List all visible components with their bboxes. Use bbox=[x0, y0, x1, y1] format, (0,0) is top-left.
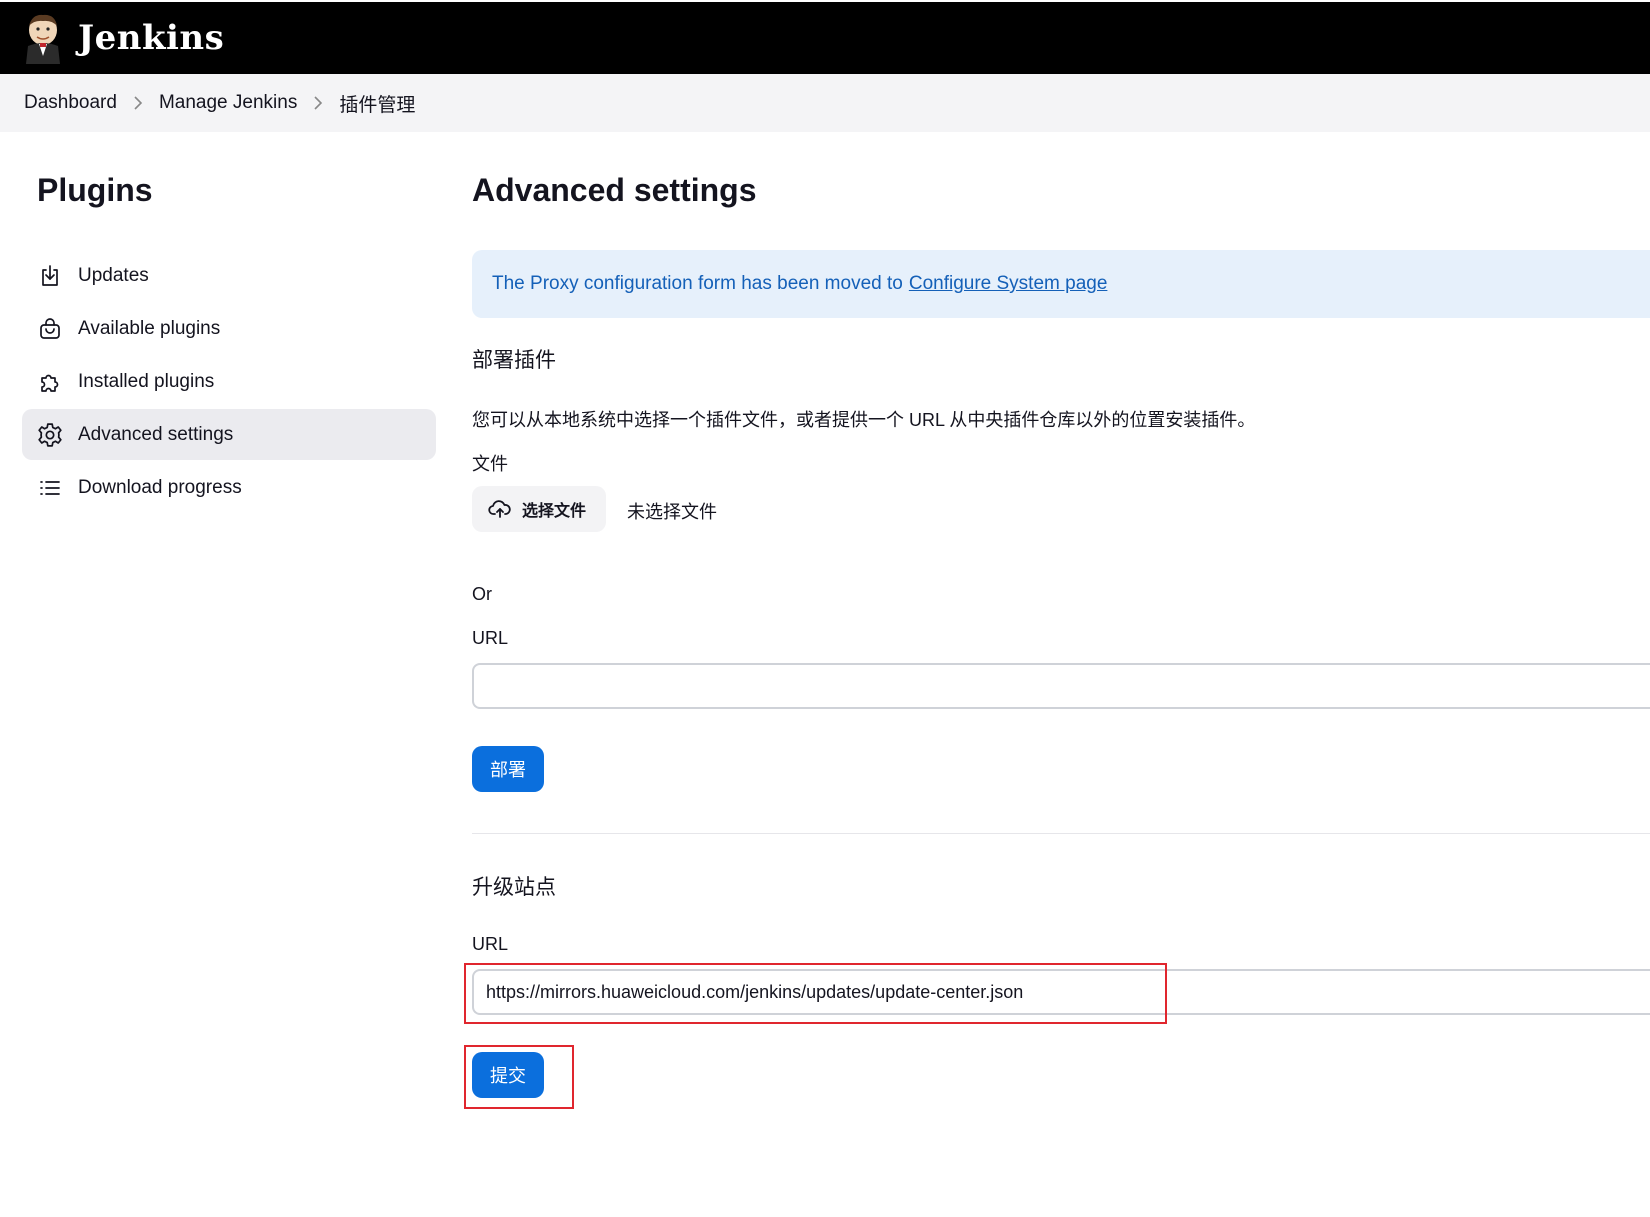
sidebar-item-available-plugins[interactable]: Available plugins bbox=[22, 303, 436, 354]
deploy-description: 您可以从本地系统中选择一个插件文件，或者提供一个 URL 从中央插件仓库以外的位… bbox=[472, 410, 1256, 430]
sidebar-item-label: Installed plugins bbox=[78, 370, 215, 392]
list-icon bbox=[36, 474, 64, 502]
update-site-url-label: URL bbox=[472, 934, 509, 954]
update-site-heading: 升级站点 bbox=[472, 876, 556, 899]
proxy-notice: The Proxy configuration form has been mo… bbox=[472, 250, 1650, 318]
sidebar-item-installed-plugins[interactable]: Installed plugins bbox=[22, 356, 436, 407]
gear-icon bbox=[36, 421, 64, 449]
logo-text: Jenkins bbox=[78, 18, 225, 58]
breadcrumb: Dashboard Manage Jenkins 插件管理 bbox=[0, 74, 1650, 132]
file-label: 文件 bbox=[472, 454, 508, 474]
deploy-plugin-heading: 部署插件 bbox=[472, 349, 556, 372]
chevron-right-icon bbox=[313, 96, 323, 110]
jenkins-home-link[interactable]: Jenkins bbox=[22, 12, 224, 64]
sidebar-item-download-progress[interactable]: Download progress bbox=[22, 462, 436, 513]
breadcrumb-plugin-manager[interactable]: 插件管理 bbox=[339, 90, 415, 117]
jenkins-logo-icon bbox=[26, 14, 60, 64]
top-bar: Jenkins bbox=[0, 0, 1650, 74]
deploy-button[interactable]: 部署 bbox=[472, 746, 544, 792]
page-title: Advanced settings bbox=[472, 172, 757, 208]
breadcrumb-dashboard[interactable]: Dashboard bbox=[24, 92, 117, 114]
section-divider bbox=[472, 833, 1650, 834]
shopping-bag-icon bbox=[36, 315, 64, 343]
no-file-selected-text: 未选择文件 bbox=[627, 502, 717, 522]
choose-file-label: 选择文件 bbox=[522, 503, 587, 520]
deploy-url-input[interactable] bbox=[472, 663, 1650, 709]
choose-file-button[interactable]: 选择文件 bbox=[472, 486, 606, 532]
deploy-url-label: URL bbox=[472, 628, 509, 648]
sidebar-item-label: Download progress bbox=[78, 476, 242, 498]
sidebar-item-updates[interactable]: Updates bbox=[22, 250, 436, 301]
sidebar-nav: Updates Available plugins Installed plug… bbox=[22, 250, 436, 515]
chevron-right-icon bbox=[133, 96, 143, 110]
notice-text: The Proxy configuration form has been mo… bbox=[492, 273, 903, 294]
sidebar-item-label: Available plugins bbox=[78, 317, 221, 339]
sidebar-item-advanced-settings[interactable]: Advanced settings bbox=[22, 409, 436, 460]
sidebar-item-label: Updates bbox=[78, 264, 149, 286]
submit-highlight-box bbox=[464, 1045, 574, 1109]
or-label: Or bbox=[472, 584, 492, 604]
configure-system-link[interactable]: Configure System page bbox=[909, 273, 1108, 295]
puzzle-icon bbox=[36, 368, 64, 396]
url-highlight-box bbox=[464, 963, 1167, 1024]
cloud-upload-icon bbox=[488, 499, 512, 519]
sidebar-title: Plugins bbox=[37, 172, 153, 208]
breadcrumb-manage-jenkins[interactable]: Manage Jenkins bbox=[159, 92, 297, 114]
download-icon bbox=[36, 262, 64, 290]
sidebar-item-label: Advanced settings bbox=[78, 423, 234, 445]
